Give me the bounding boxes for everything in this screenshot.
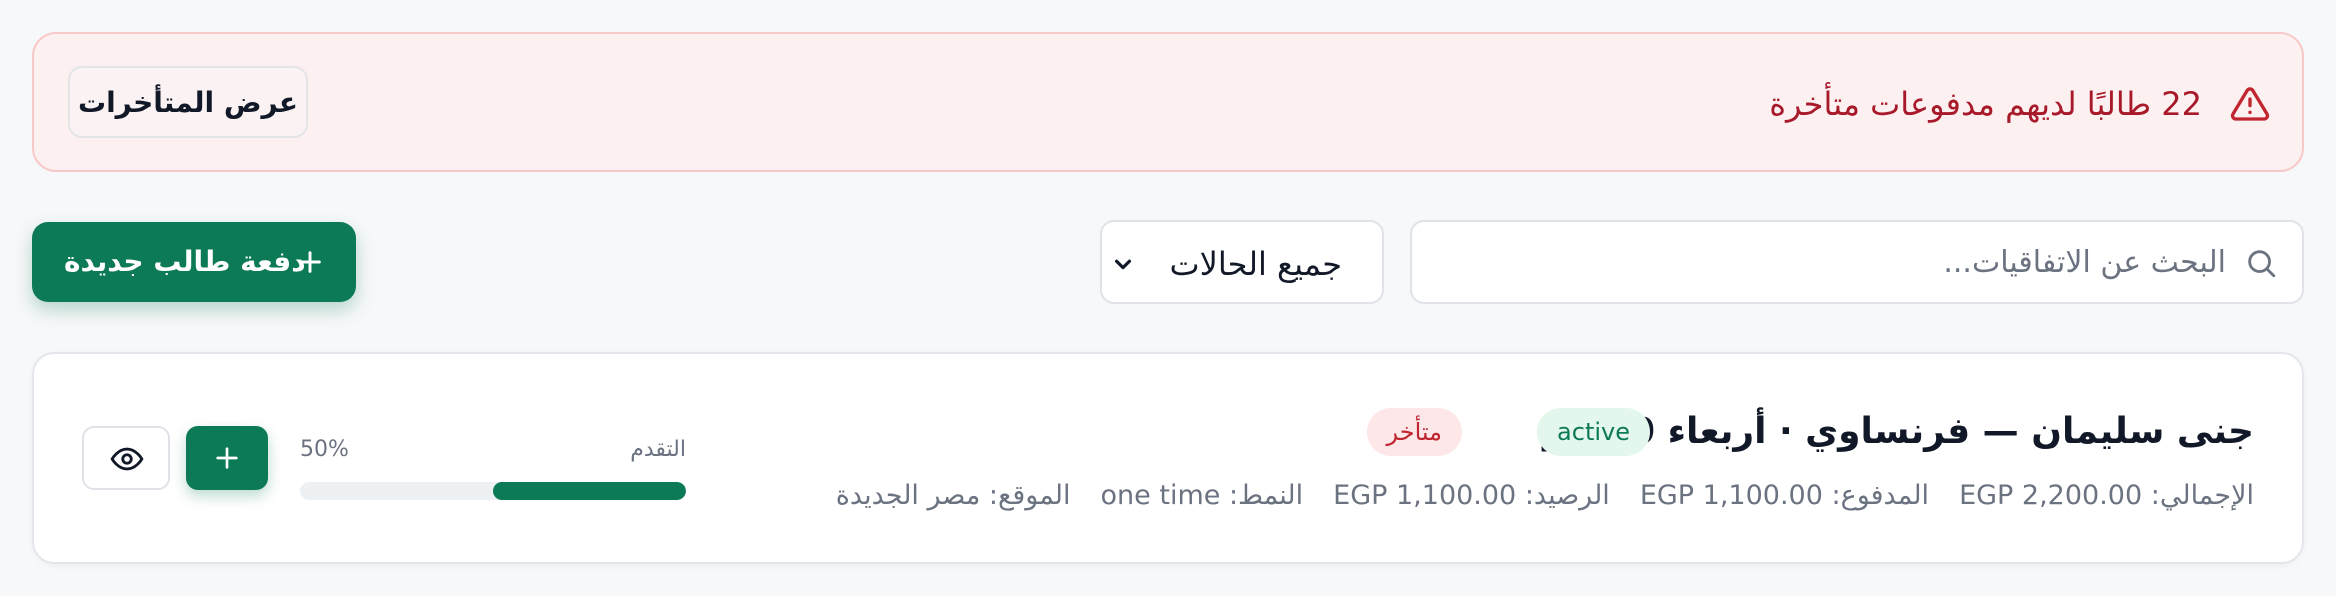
agreement-pattern: النمط: one time <box>1100 480 1304 511</box>
view-overdue-button[interactable]: عرض المتأخرات <box>68 66 308 138</box>
progress-fill <box>493 482 686 500</box>
agreement-location: الموقع: مصر الجديدة <box>835 480 1071 511</box>
new-student-payment-button[interactable]: دفعة طالب جديدة <box>32 222 356 302</box>
agreement-meta: الإجمالي: EGP 2,200.00 المدفوع: EGP 1,10… <box>836 476 2254 516</box>
agreement-paid: المدفوع: EGP 1,100.00 <box>1639 480 1930 511</box>
eye-icon <box>110 447 144 471</box>
progress-label: التقدم <box>630 437 686 462</box>
warning-triangle-icon <box>2230 87 2270 121</box>
search-box[interactable] <box>1410 220 2304 304</box>
status-badge: active <box>1537 408 1650 456</box>
status-filter-select[interactable]: جميع الحالات <box>1100 220 1384 304</box>
overdue-badge: متأخر <box>1366 408 1462 456</box>
search-input[interactable] <box>1446 222 2226 302</box>
status-filter-value: جميع الحالات <box>1169 245 1342 283</box>
overdue-alert-banner: 22 طالبًا لديهم مدفوعات متأخرة عرض المتأ… <box>32 32 2304 172</box>
agreement-total: الإجمالي: EGP 2,200.00 <box>1959 480 2254 511</box>
new-student-payment-label: دفعة طالب جديدة <box>64 245 306 278</box>
agreement-card: جنى سليمان — فرنساوي · أربعاء 6:30م acti… <box>32 352 2304 564</box>
add-payment-button[interactable] <box>186 426 268 490</box>
progress-percent: 50% <box>300 437 349 462</box>
search-icon <box>2248 250 2276 278</box>
progress-track <box>300 482 686 500</box>
agreement-balance: الرصيد: EGP 1,100.00 <box>1333 480 1610 511</box>
view-agreement-button[interactable] <box>82 426 170 490</box>
progress-block: التقدم 50% <box>300 434 686 506</box>
overdue-alert-text: 22 طالبًا لديهم مدفوعات متأخرة <box>1769 85 2202 123</box>
chevron-down-icon <box>1114 259 1132 270</box>
plus-icon <box>216 447 238 469</box>
